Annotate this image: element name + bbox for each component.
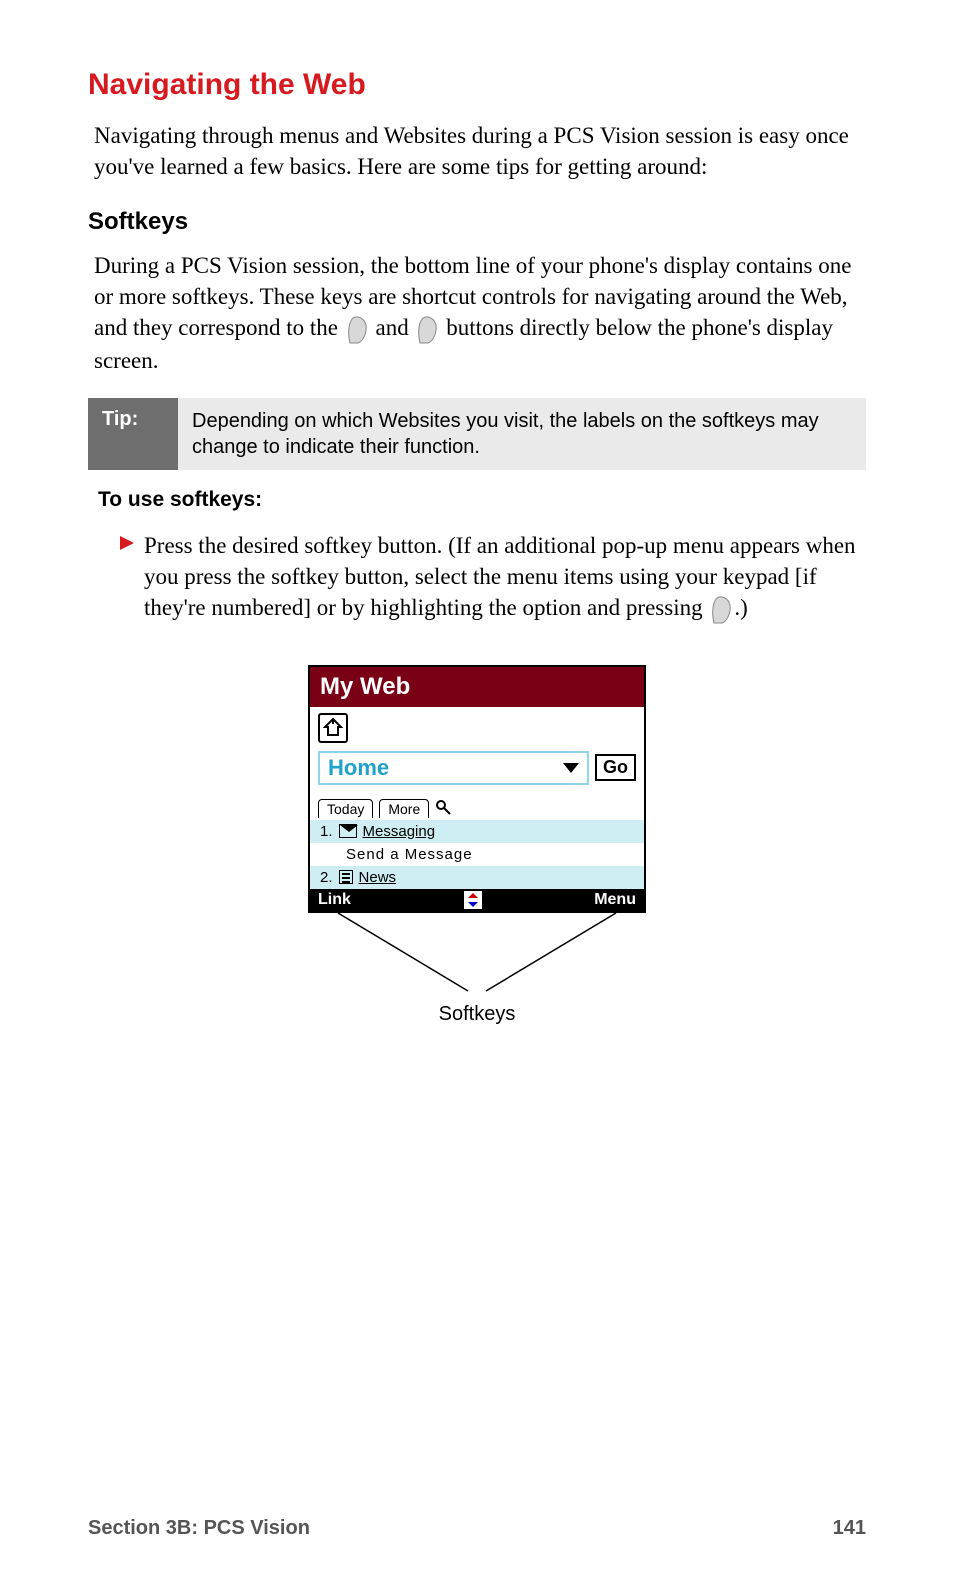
step-1: Press the desired softkey button. (If an… xyxy=(88,530,866,625)
softkey-bar: Link Menu xyxy=(310,889,644,911)
step-bullet-icon xyxy=(120,530,138,625)
step-text-a: Press the desired softkey button. (If an… xyxy=(144,533,856,620)
footer-section: Section 3B: PCS Vision xyxy=(88,1517,310,1540)
search-icon[interactable] xyxy=(435,799,451,818)
ok-button-icon-2 xyxy=(710,595,732,625)
phone-title: My Web xyxy=(310,667,644,707)
address-value: Home xyxy=(328,755,389,781)
home-icon[interactable] xyxy=(318,713,348,743)
tab-today[interactable]: Today xyxy=(318,799,373,818)
doc-icon xyxy=(339,870,353,884)
menu-button-icon xyxy=(416,315,438,345)
list-label-messaging: Messaging xyxy=(363,823,436,840)
softkey-right[interactable]: Menu xyxy=(594,891,636,909)
list-label-news: News xyxy=(359,869,397,886)
page-footer: Section 3B: PCS Vision 141 xyxy=(88,1517,866,1540)
chevron-down-icon xyxy=(563,763,579,773)
go-button[interactable]: Go xyxy=(595,754,636,781)
tab-more[interactable]: More xyxy=(379,799,429,818)
annotation-label: Softkeys xyxy=(308,1003,646,1026)
envelope-icon xyxy=(339,824,357,838)
list-num-1: 1. xyxy=(320,823,333,840)
step-text-b: .) xyxy=(734,595,747,620)
tip-body: Depending on which Websites you visit, t… xyxy=(178,398,866,470)
softkey-left[interactable]: Link xyxy=(318,891,351,909)
list-item-news[interactable]: 2. News xyxy=(310,866,644,889)
softkeys-text-b: and xyxy=(375,315,414,340)
list-item-messaging[interactable]: 1. Messaging xyxy=(310,820,644,843)
footer-page-number: 141 xyxy=(833,1517,866,1540)
list-num-2: 2. xyxy=(320,869,333,886)
phone-toolbar xyxy=(310,707,644,747)
to-use-heading: To use softkeys: xyxy=(88,488,866,512)
tip-label: Tip: xyxy=(88,398,178,470)
softkeys-heading: Softkeys xyxy=(88,208,866,236)
main-heading: Navigating the Web xyxy=(88,68,866,102)
step-text: Press the desired softkey button. (If an… xyxy=(144,530,866,625)
softkeys-paragraph: During a PCS Vision session, the bottom … xyxy=(88,250,866,376)
address-dropdown[interactable]: Home xyxy=(318,751,589,785)
list-sub-send-message[interactable]: Send a Message xyxy=(310,843,644,866)
scroll-indicator-icon xyxy=(464,891,482,909)
intro-paragraph: Navigating through menus and Websites du… xyxy=(88,120,866,182)
tip-callout: Tip: Depending on which Websites you vis… xyxy=(88,398,866,470)
ok-button-icon xyxy=(346,315,368,345)
tab-row: Today More xyxy=(310,793,644,820)
annotation: Softkeys xyxy=(308,913,646,1026)
address-row: Home Go xyxy=(310,747,644,793)
phone-screenshot: My Web Home Go Today More 1. xyxy=(308,665,646,913)
